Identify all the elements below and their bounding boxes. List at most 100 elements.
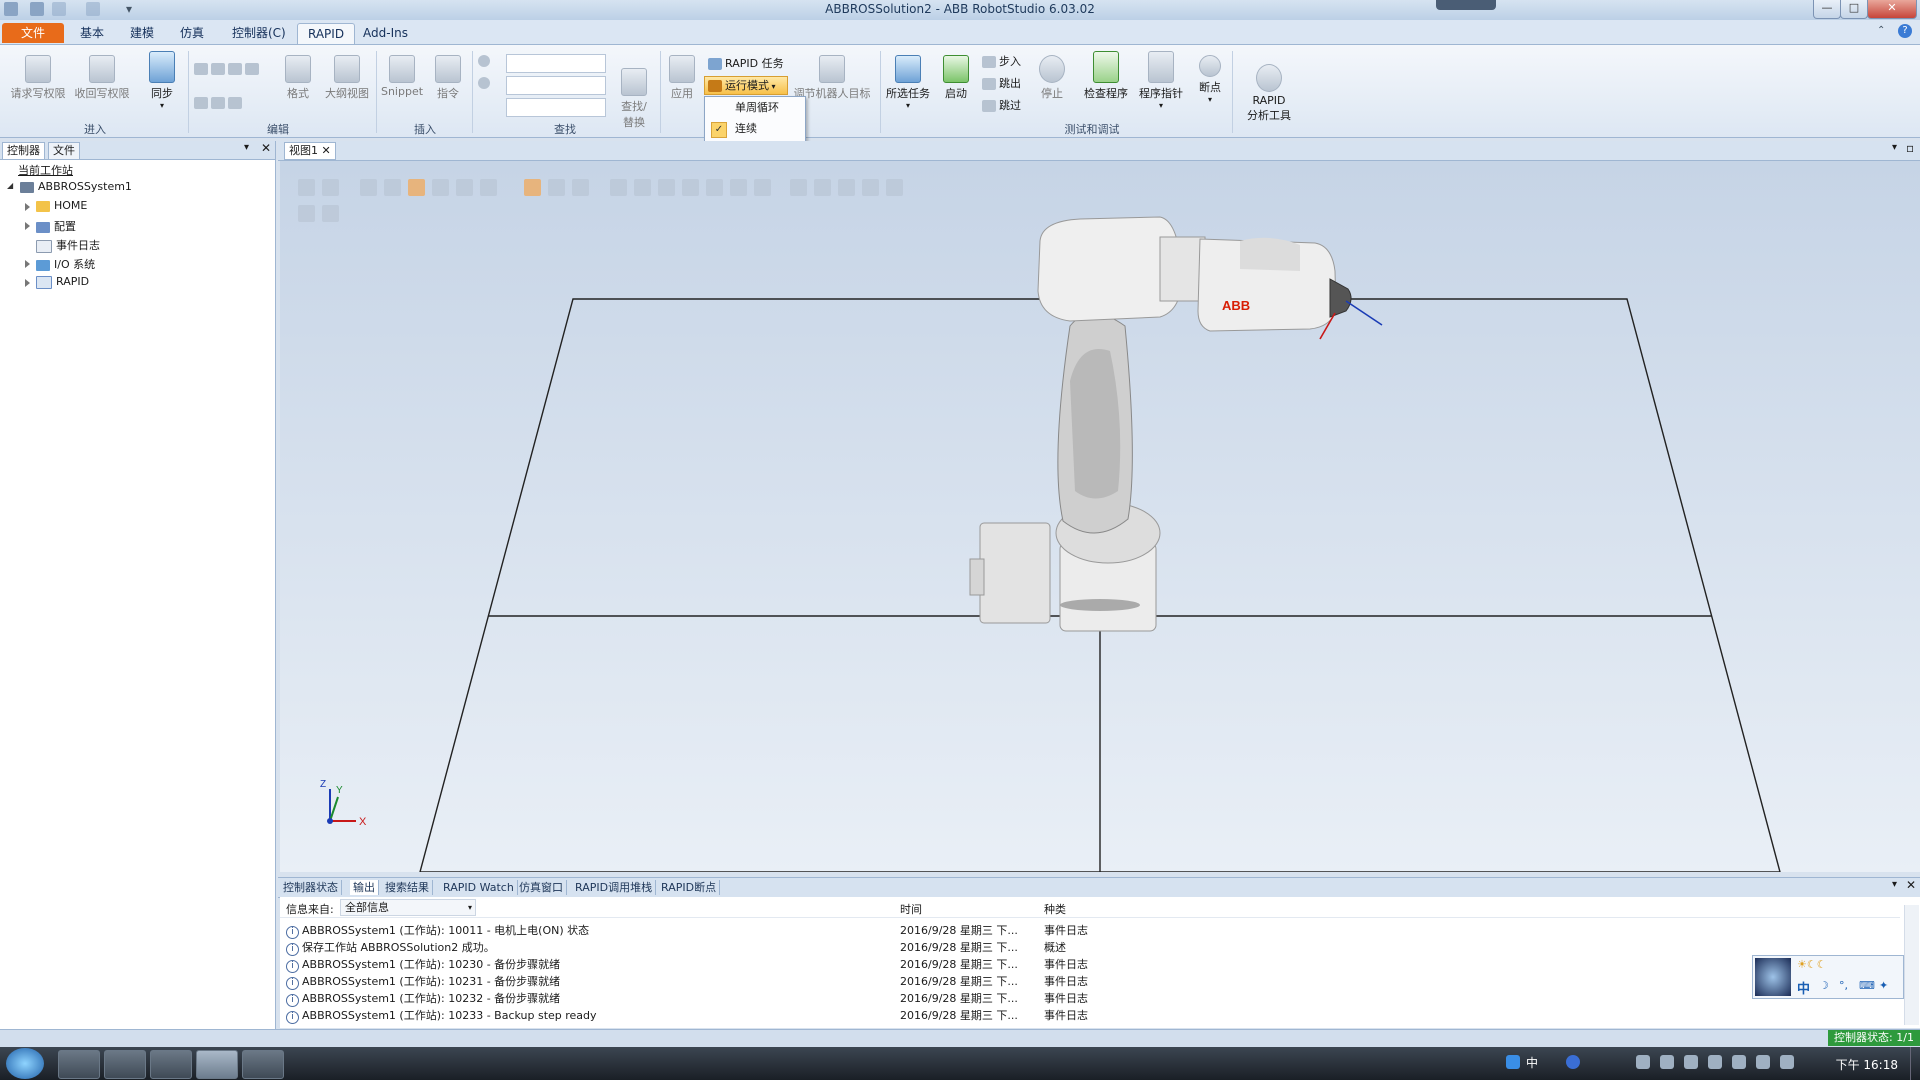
tab-controller-panel[interactable]: 控制器 [2, 142, 45, 160]
3d-viewport[interactable]: ABB X Y Z [280, 161, 1920, 872]
table-row[interactable]: i ABBROSSystem1 (工作站): 10011 - 电机上电(ON) 状… [280, 921, 1900, 939]
adjust-target-button[interactable]: 调节机器人目标 [790, 55, 874, 101]
ime-punct-icon[interactable]: °, [1839, 979, 1848, 992]
tab-close-icon[interactable]: ✕ [322, 144, 331, 157]
copy-icon[interactable] [211, 96, 225, 109]
format-button[interactable]: 格式 [280, 55, 316, 101]
view-maximize-icon[interactable]: ▫ [1906, 141, 1914, 155]
tray-search-icon[interactable] [1506, 1055, 1520, 1069]
snippet-button[interactable]: Snippet [380, 55, 424, 98]
collapse-icon[interactable]: ◢ [7, 181, 13, 190]
sync-button[interactable]: 同步 ▾ [142, 51, 182, 110]
minimize-button[interactable]: — [1813, 0, 1841, 19]
taskbar-app-chrome[interactable] [150, 1050, 192, 1079]
tray-icon[interactable] [1684, 1055, 1698, 1069]
nav-back-icon[interactable] [478, 55, 490, 67]
rapid-task-button[interactable]: RAPID 任务 [708, 55, 784, 71]
show-desktop-button[interactable] [1910, 1047, 1920, 1080]
table-row[interactable]: i ABBROSSystem1 (工作站): 10231 - 备份步骤就绪 201… [280, 972, 1900, 990]
output-menu-icon[interactable]: ▾ [1892, 879, 1897, 890]
tab-sim-window[interactable]: 仿真窗口 [516, 880, 567, 895]
selected-tasks-button[interactable]: 所选任务 ▾ [884, 55, 932, 110]
tray-shield-icon[interactable] [1660, 1055, 1674, 1069]
find-replace-button[interactable]: 查找/ 替换 [616, 55, 652, 130]
robot[interactable]: ABB [969, 216, 1383, 632]
tray-bluetooth-icon[interactable] [1708, 1055, 1722, 1069]
ime-keyboard-icon[interactable]: ⌨ [1859, 979, 1875, 992]
run-mode-button[interactable]: 运行模式 ▾ [704, 76, 788, 95]
check-program-button[interactable]: 检查程序 [1080, 51, 1132, 101]
taskbar-clock[interactable]: 下午 16:18 [1836, 1056, 1898, 1073]
table-row[interactable]: i ABBROSSystem1 (工作站): 10232 - 备份步骤就绪 201… [280, 989, 1900, 1007]
expand-icon[interactable] [25, 222, 30, 230]
stop-button[interactable]: 停止 [1034, 55, 1070, 101]
tray-icon[interactable] [1732, 1055, 1746, 1069]
start-button[interactable] [6, 1048, 44, 1079]
ime-mode-icon[interactable]: ☽ [1819, 979, 1829, 992]
tab-modeling[interactable]: 建模 [120, 23, 164, 43]
view-menu-icon[interactable]: ▾ [1892, 142, 1897, 153]
expand-icon[interactable] [25, 279, 30, 287]
tree-node-config[interactable]: 配置 [36, 218, 76, 234]
comment-icon[interactable] [228, 62, 242, 75]
step-out-button[interactable]: 跳出 [982, 75, 1021, 91]
help-icon[interactable]: ? [1898, 24, 1912, 38]
dropdown-item-single-cycle[interactable]: 单周循环 [705, 98, 805, 118]
request-write-button[interactable]: 请求写权限 [8, 55, 68, 101]
column-header-type[interactable]: 种类 [1044, 901, 1066, 917]
table-row[interactable]: i ABBROSSystem1 (工作站): 10230 - 备份步骤就绪 201… [280, 955, 1900, 973]
release-write-button[interactable]: 收回写权限 [72, 55, 132, 101]
tab-controller[interactable]: 控制器(C) [222, 23, 296, 43]
tray-icon[interactable] [1636, 1055, 1650, 1069]
tray-network-icon[interactable] [1756, 1055, 1770, 1069]
tab-simulation[interactable]: 仿真 [170, 23, 214, 43]
tab-file[interactable]: 文件 (F) [2, 23, 64, 60]
instruction-button[interactable]: 指令 [430, 55, 466, 101]
find-combo-2[interactable] [506, 76, 606, 95]
tab-call-stack[interactable]: RAPID调用堆栈 [572, 880, 657, 895]
tab-rapid[interactable]: RAPID [297, 23, 356, 44]
start-button[interactable]: 启动 [938, 55, 974, 101]
panel-close-icon[interactable]: ✕ [261, 141, 271, 155]
tab-search-results[interactable]: 搜索结果 [382, 880, 433, 895]
ime-settings-icon[interactable]: ✦ [1879, 979, 1888, 992]
nav-forward-icon[interactable] [478, 77, 490, 89]
step-in-button[interactable]: 步入 [982, 53, 1021, 69]
table-row[interactable]: i 保存工作站 ABBROSSolution2 成功。 2016/9/28 星期三… [280, 938, 1900, 956]
tab-rapid-watch[interactable]: RAPID Watch [440, 880, 518, 895]
tree-node-io[interactable]: I/O 系统 [36, 256, 95, 272]
tray-ime[interactable]: 中 [1526, 1054, 1538, 1071]
maximize-button[interactable]: □ [1840, 0, 1868, 19]
ime-lang[interactable]: 中 [1797, 978, 1810, 997]
uncomment-icon[interactable] [245, 62, 259, 75]
tree-heading[interactable]: 当前工作站 [18, 162, 73, 178]
ime-toolbar[interactable]: ☀☾☾ 中 ☽ °, ⌨ ✦ [1752, 955, 1904, 999]
tab-view1[interactable]: 视图1 ✕ [284, 142, 336, 160]
table-row[interactable]: i ABBROSSystem1 (工作站): 10233 - Backup ste… [280, 1006, 1900, 1024]
taskbar-app-green[interactable] [58, 1050, 100, 1079]
close-button[interactable]: ✕ [1867, 0, 1917, 19]
step-over-button[interactable]: 跳过 [982, 97, 1021, 113]
tab-files[interactable]: 文件 [48, 142, 80, 160]
taskbar-app-robotstudio[interactable] [196, 1050, 238, 1079]
program-pointer-button[interactable]: 程序指针 ▾ [1136, 51, 1186, 110]
dropdown-item-continuous[interactable]: ✓ 连续 [705, 119, 805, 139]
tab-controller-status[interactable]: 控制器状态 [280, 880, 342, 895]
apply-button[interactable]: 应用 [664, 55, 700, 101]
tray-volume-icon[interactable] [1780, 1055, 1794, 1069]
column-header-time[interactable]: 时间 [900, 901, 922, 917]
find-combo-3[interactable] [506, 98, 606, 117]
tab-output[interactable]: 输出 [350, 880, 379, 895]
paste-icon[interactable] [228, 96, 242, 109]
tree-node-rapid[interactable]: RAPID [36, 275, 89, 289]
expand-icon[interactable] [25, 260, 30, 268]
rapid-analysis-button[interactable]: RAPID 分析工具 [1236, 51, 1302, 123]
find-combo-1[interactable] [506, 54, 606, 73]
breakpoint-button[interactable]: 断点 ▾ [1194, 55, 1226, 104]
ribbon-minimize-icon[interactable]: ⌃ [1877, 25, 1885, 36]
outline-view-button[interactable]: 大纲视图 [320, 55, 374, 101]
controller-status-badge[interactable]: 控制器状态: 1/1 [1828, 1030, 1920, 1046]
output-close-icon[interactable]: ✕ [1906, 878, 1916, 892]
taskbar-app-window[interactable] [242, 1050, 284, 1079]
output-scrollbar[interactable] [1904, 905, 1919, 1025]
